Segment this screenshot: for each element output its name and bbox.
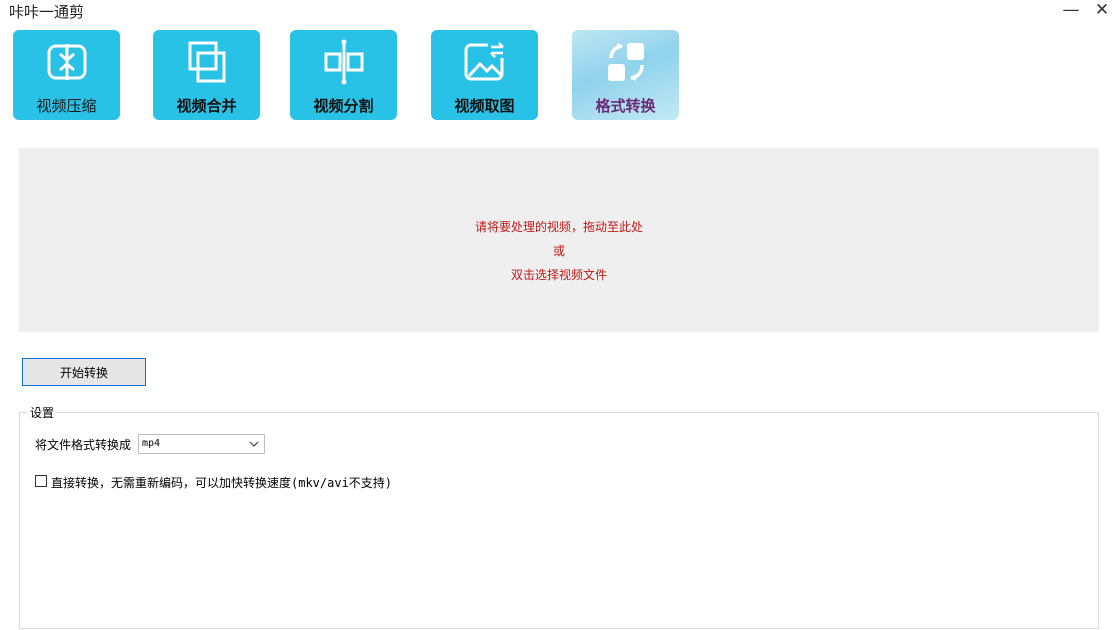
settings-group-title: 设置 [28,404,57,421]
merge-icon [188,41,225,83]
direct-convert-label[interactable]: 直接转换，无需重新编码，可以加快转换速度(mkv/avi不支持) [51,474,392,491]
minimize-button[interactable]: — [1058,0,1084,20]
close-button[interactable]: ✕ [1089,0,1115,20]
tool-video-capture[interactable]: 视频取图 [431,30,538,120]
tool-video-merge[interactable]: 视频合并 [153,30,260,120]
format-select-value: mp4 [142,438,161,449]
image-capture-icon [464,41,506,81]
video-drop-zone[interactable]: 请将要处理的视频，拖动至此处 或 双击选择视频文件 [19,148,1099,332]
tool-video-compress[interactable]: 视频压缩 [13,30,120,120]
window-title: 咔咔一通剪 [9,3,85,21]
tool-label: 视频压缩 [36,97,97,115]
tool-label: 视频分割 [313,97,374,115]
drop-hint-line2: 或 [552,244,565,258]
tool-label: 格式转换 [595,97,656,115]
drop-hint-line1: 请将要处理的视频，拖动至此处 [474,220,643,234]
tool-format-convert[interactable]: 格式转换 [572,30,679,120]
format-label: 将文件格式转换成 [35,438,132,452]
drop-hint-line3: 双击选择视频文件 [510,268,607,282]
tool-label: 视频取图 [454,97,515,115]
start-convert-button[interactable]: 开始转换 [22,358,146,386]
format-convert-icon [607,43,644,81]
direct-convert-checkbox[interactable] [35,475,47,487]
format-select[interactable]: mp4 [138,434,265,454]
split-icon [324,39,363,85]
tool-label: 视频合并 [176,97,237,115]
tool-video-split[interactable]: 视频分割 [290,30,397,120]
compress-icon [47,44,86,80]
chevron-down-icon [249,441,259,447]
